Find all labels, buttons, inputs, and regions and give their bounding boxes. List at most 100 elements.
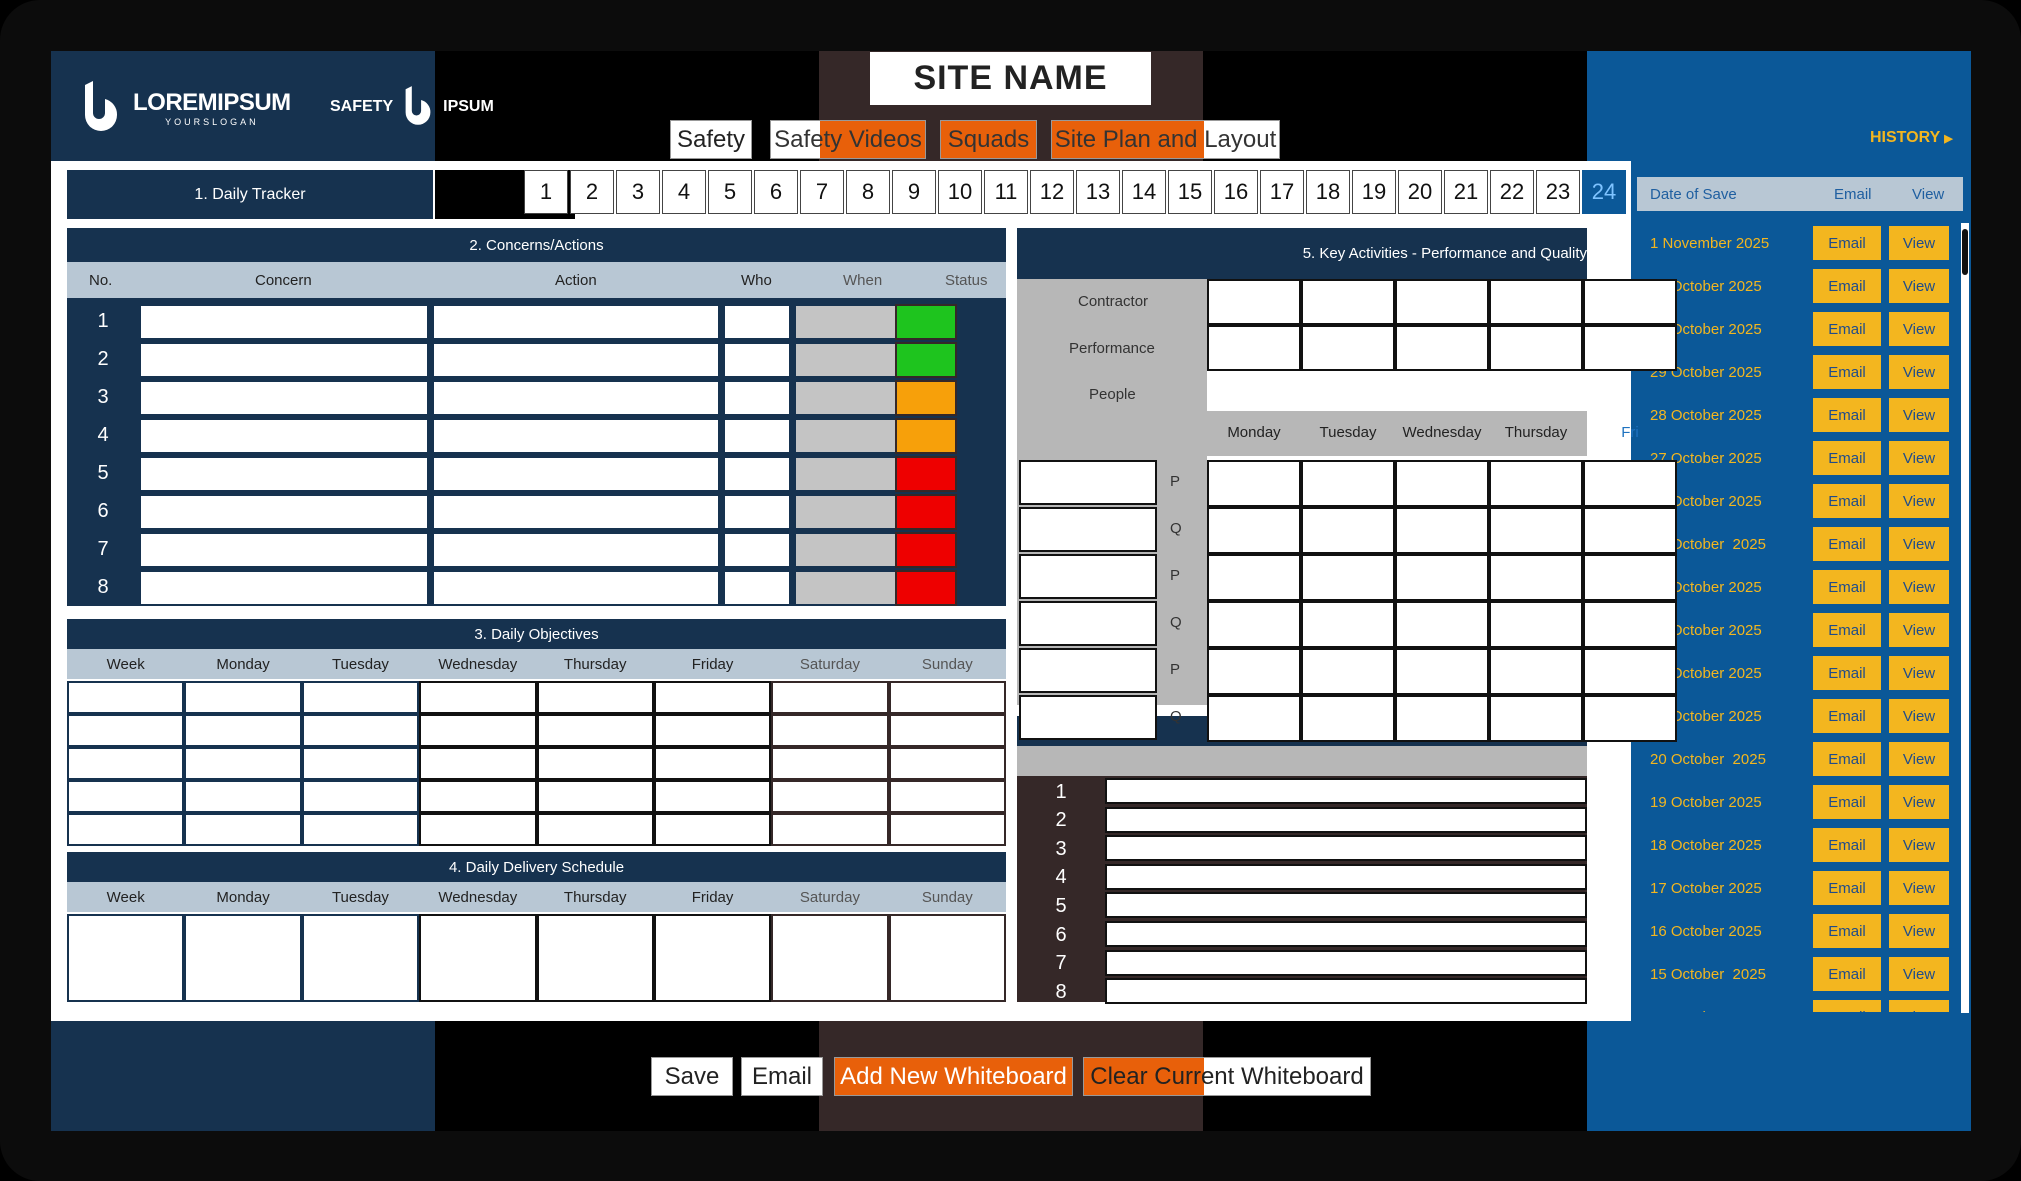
- activity-cell[interactable]: [1583, 460, 1677, 507]
- history-view-button[interactable]: View: [1889, 269, 1949, 303]
- who-field[interactable]: [723, 456, 791, 492]
- tab-safety[interactable]: Safety: [670, 120, 752, 159]
- history-email-button[interactable]: Email: [1813, 871, 1881, 905]
- activity-cell[interactable]: [1207, 601, 1301, 648]
- objective-cell[interactable]: [67, 681, 185, 714]
- who-field[interactable]: [723, 304, 791, 340]
- tracker-day-11[interactable]: 11: [984, 170, 1028, 214]
- tracker-day-14[interactable]: 14: [1122, 170, 1166, 214]
- objective-cell[interactable]: [771, 747, 889, 780]
- objective-cell[interactable]: [888, 714, 1006, 747]
- history-email-button[interactable]: Email: [1813, 269, 1881, 303]
- objective-cell[interactable]: [301, 780, 420, 813]
- objective-cell[interactable]: [67, 780, 185, 813]
- objective-cell[interactable]: [184, 780, 302, 813]
- activity-cell[interactable]: [1301, 648, 1395, 695]
- action-field[interactable]: [432, 342, 720, 378]
- objective-cell[interactable]: [301, 681, 420, 714]
- people-cell[interactable]: [1019, 648, 1157, 693]
- who-field[interactable]: [723, 418, 791, 454]
- history-view-button[interactable]: View: [1889, 957, 1949, 991]
- contractor-cell[interactable]: [1207, 325, 1301, 371]
- objective-cell[interactable]: [419, 681, 537, 714]
- objective-cell[interactable]: [536, 813, 654, 846]
- tracker-day-7[interactable]: 7: [800, 170, 844, 214]
- delivery-cell[interactable]: [301, 914, 420, 1002]
- action-field[interactable]: [432, 532, 720, 568]
- clear-whiteboard-button[interactable]: Clear Current Whiteboard: [1083, 1057, 1371, 1096]
- tracker-day-8[interactable]: 8: [846, 170, 890, 214]
- who-field[interactable]: [723, 532, 791, 568]
- activity-cell[interactable]: [1489, 601, 1583, 648]
- activity-cell[interactable]: [1207, 507, 1301, 554]
- history-link[interactable]: HISTORY ▶: [1870, 129, 1953, 147]
- activity-cell[interactable]: [1583, 507, 1677, 554]
- activity-cell[interactable]: [1301, 601, 1395, 648]
- history-list[interactable]: 1 November 2025 Email View 31 October 2025 E…: [1631, 218, 1971, 1012]
- tracker-day-6[interactable]: 6: [754, 170, 798, 214]
- objective-cell[interactable]: [771, 681, 889, 714]
- delivery-cell[interactable]: [67, 914, 185, 1002]
- history-view-button[interactable]: View: [1889, 613, 1949, 647]
- tracker-day-18[interactable]: 18: [1306, 170, 1350, 214]
- delivery-cell[interactable]: [653, 914, 772, 1002]
- status-indicator[interactable]: [895, 380, 957, 416]
- tracker-day-24[interactable]: 24: [1582, 170, 1626, 214]
- concern-field[interactable]: [139, 380, 429, 416]
- concern-field[interactable]: [139, 570, 429, 606]
- milestone-field[interactable]: [1105, 806, 1587, 833]
- contractor-cell[interactable]: [1583, 325, 1677, 371]
- activity-cell[interactable]: [1207, 648, 1301, 695]
- objective-cell[interactable]: [301, 714, 420, 747]
- objective-cell[interactable]: [184, 681, 302, 714]
- activity-cell[interactable]: [1301, 460, 1395, 507]
- contractor-cell[interactable]: [1207, 279, 1301, 325]
- scrollbar-thumb[interactable]: [1962, 229, 1968, 275]
- history-email-button[interactable]: Email: [1813, 742, 1881, 776]
- objective-cell[interactable]: [888, 747, 1006, 780]
- objective-cell[interactable]: [653, 780, 772, 813]
- add-new-whiteboard-button[interactable]: Add New Whiteboard: [834, 1057, 1073, 1096]
- objective-cell[interactable]: [67, 747, 185, 780]
- delivery-cell[interactable]: [771, 914, 889, 1002]
- history-email-button[interactable]: Email: [1813, 613, 1881, 647]
- status-indicator[interactable]: [895, 342, 957, 378]
- activity-cell[interactable]: [1489, 507, 1583, 554]
- activity-cell[interactable]: [1583, 554, 1677, 601]
- concern-field[interactable]: [139, 532, 429, 568]
- tracker-day-9[interactable]: 9: [892, 170, 936, 214]
- people-cell[interactable]: [1019, 507, 1157, 552]
- history-email-button[interactable]: Email: [1813, 957, 1881, 991]
- contractor-cell[interactable]: [1489, 279, 1583, 325]
- action-field[interactable]: [432, 570, 720, 606]
- tracker-day-20[interactable]: 20: [1398, 170, 1442, 214]
- activity-cell[interactable]: [1395, 648, 1489, 695]
- history-email-button[interactable]: Email: [1813, 1000, 1881, 1012]
- action-field[interactable]: [432, 456, 720, 492]
- tab-squads[interactable]: Squads: [940, 120, 1037, 159]
- objective-cell[interactable]: [888, 813, 1006, 846]
- tracker-day-3[interactable]: 3: [616, 170, 660, 214]
- objective-cell[interactable]: [771, 780, 889, 813]
- milestone-field[interactable]: [1105, 921, 1587, 947]
- contractor-cell[interactable]: [1301, 279, 1395, 325]
- objective-cell[interactable]: [184, 813, 302, 846]
- history-email-button[interactable]: Email: [1813, 699, 1881, 733]
- milestone-field[interactable]: [1105, 949, 1587, 976]
- save-button[interactable]: Save: [651, 1057, 733, 1096]
- history-view-button[interactable]: View: [1889, 441, 1949, 475]
- activity-cell[interactable]: [1489, 554, 1583, 601]
- history-view-button[interactable]: View: [1889, 1000, 1949, 1012]
- action-field[interactable]: [432, 494, 720, 530]
- tab-site-plan-layout[interactable]: Site Plan and Layout: [1051, 120, 1280, 159]
- tracker-day-22[interactable]: 22: [1490, 170, 1534, 214]
- contractor-cell[interactable]: [1301, 325, 1395, 371]
- history-view-button[interactable]: View: [1889, 656, 1949, 690]
- history-email-button[interactable]: Email: [1813, 570, 1881, 604]
- delivery-cell[interactable]: [888, 914, 1006, 1002]
- history-email-button[interactable]: Email: [1813, 355, 1881, 389]
- delivery-cell[interactable]: [536, 914, 654, 1002]
- tab-safety-videos[interactable]: Safety Videos: [770, 120, 926, 159]
- who-field[interactable]: [723, 494, 791, 530]
- history-view-button[interactable]: View: [1889, 699, 1949, 733]
